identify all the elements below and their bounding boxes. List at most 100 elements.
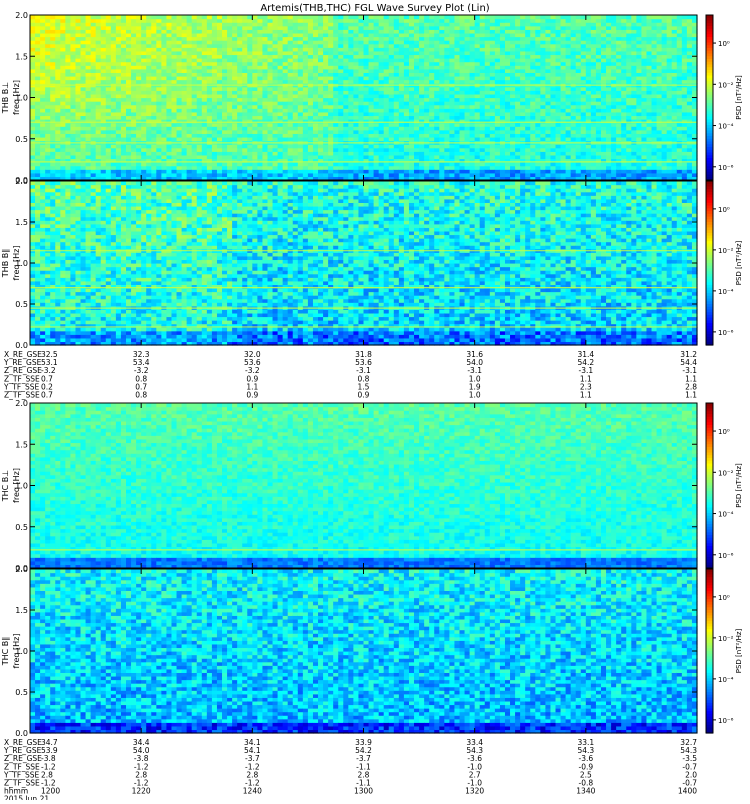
spectrogram-cell — [85, 162, 92, 167]
spectrogram-cell — [388, 72, 395, 77]
spectrogram-cell — [464, 79, 471, 84]
spectrogram-cell — [419, 40, 425, 45]
spectrogram-cell — [100, 22, 107, 27]
spectrogram-cell — [222, 147, 228, 152]
spectrogram-cell — [146, 61, 152, 66]
spectrogram-cell — [115, 111, 122, 117]
spectrogram-cell — [560, 29, 567, 34]
spectrogram-cell — [494, 22, 501, 27]
spectrogram-cell — [136, 68, 142, 73]
spectrogram-cell — [191, 111, 198, 117]
spectrogram-cell — [227, 68, 233, 73]
spectrogram-cell — [333, 104, 339, 109]
spectrogram-cell — [262, 40, 269, 45]
spectrogram-cell — [50, 29, 56, 34]
spectrogram-cell — [191, 122, 198, 127]
spectrogram-cell — [474, 147, 481, 152]
spectrogram-cell — [196, 43, 203, 48]
spectrogram-cell — [312, 133, 319, 138]
spectrogram-cell — [323, 50, 329, 56]
spectrogram-cell — [338, 54, 344, 59]
spectrogram-cell — [429, 32, 435, 38]
spectrogram-cell — [499, 18, 506, 23]
spectrogram-cell — [565, 108, 572, 113]
spectrogram-cell — [242, 111, 248, 117]
spectrogram-cell — [257, 104, 264, 109]
spectrogram-cell — [530, 104, 536, 109]
spectrogram-cell — [95, 93, 102, 99]
spectrogram-cell — [459, 58, 466, 63]
spectrogram-cell — [216, 86, 223, 91]
spectrogram-cell — [242, 72, 248, 77]
spectrogram-cell — [100, 68, 107, 73]
spectrogram-cell — [510, 115, 516, 120]
spectrogram-cell — [484, 40, 491, 45]
spectrogram-cell — [257, 133, 264, 138]
spectrogram-cell — [176, 65, 183, 70]
spectrogram-cell — [464, 32, 471, 38]
spectrogram-cell — [191, 172, 198, 178]
spectrogram-cell — [328, 136, 334, 142]
spectrogram-cell — [429, 162, 435, 167]
spectrogram-cell — [469, 144, 476, 149]
spectrogram-cell — [378, 136, 385, 142]
spectrogram-cell — [479, 162, 486, 167]
spectrogram-cell — [171, 68, 178, 73]
spectrogram-cell — [504, 58, 511, 63]
spectrogram-cell — [196, 151, 203, 156]
spectrogram-cell — [40, 50, 46, 56]
spectrogram-cell — [368, 54, 375, 59]
spectrogram-cell — [530, 75, 536, 81]
spectrogram-cell — [515, 172, 521, 178]
spectrogram-cell — [252, 58, 258, 63]
spectrogram-cell — [520, 147, 526, 152]
spectrogram-cell — [201, 115, 208, 120]
spectrogram-cell — [242, 32, 248, 38]
spectrogram-cell — [282, 29, 289, 34]
spectrogram-cell — [176, 147, 183, 152]
spectrogram-cell — [388, 22, 395, 27]
spectrogram-cell — [35, 172, 41, 178]
spectrogram-cell — [45, 72, 51, 77]
spectrogram-cell — [267, 108, 274, 113]
spectrogram-cell — [398, 126, 405, 131]
spectrogram-cell — [146, 25, 152, 30]
spectrogram-cell — [333, 162, 339, 167]
spectrogram-cell — [408, 79, 415, 84]
spectrogram-cell — [151, 122, 157, 127]
spectrogram-cell — [166, 169, 173, 174]
spectrogram-cell — [479, 111, 486, 117]
spectrogram-cell — [449, 43, 456, 48]
spectrogram-cell — [398, 86, 405, 91]
spectrogram-cell — [393, 40, 400, 45]
spectrogram-cell — [318, 129, 324, 134]
spectrogram-cell — [338, 144, 344, 149]
spectrogram-cell — [120, 32, 127, 38]
spectrogram-cell — [419, 154, 425, 160]
spectrogram-cell — [338, 61, 344, 66]
spectrogram-cell — [100, 15, 107, 20]
spectrogram-cell — [247, 79, 253, 84]
spectrogram-cell — [499, 147, 506, 152]
spectrogram-cell — [282, 32, 289, 38]
spectrogram-cell — [302, 165, 309, 170]
spectrogram-cell — [530, 93, 536, 99]
spectrogram-cell — [348, 72, 354, 77]
spectrogram-cell — [535, 90, 541, 95]
spectrogram-cell — [171, 65, 178, 70]
spectrogram-cell — [530, 162, 536, 167]
spectrogram-cell — [191, 50, 198, 56]
spectrogram-cell — [232, 86, 238, 91]
spectrogram-cell — [469, 93, 476, 99]
spectrogram-cell — [312, 172, 319, 178]
spectrogram-cell — [388, 108, 395, 113]
spectrogram-cell — [277, 154, 284, 160]
spectrogram-cell — [206, 108, 213, 113]
spectrogram-cell — [287, 47, 294, 52]
spectrogram-cell — [338, 68, 344, 73]
spectrogram-cell — [257, 108, 264, 113]
spectrogram-cell — [363, 165, 370, 170]
spectrogram-cell — [474, 101, 481, 106]
spectrogram-cell — [272, 54, 279, 59]
spectrogram-cell — [555, 90, 562, 95]
